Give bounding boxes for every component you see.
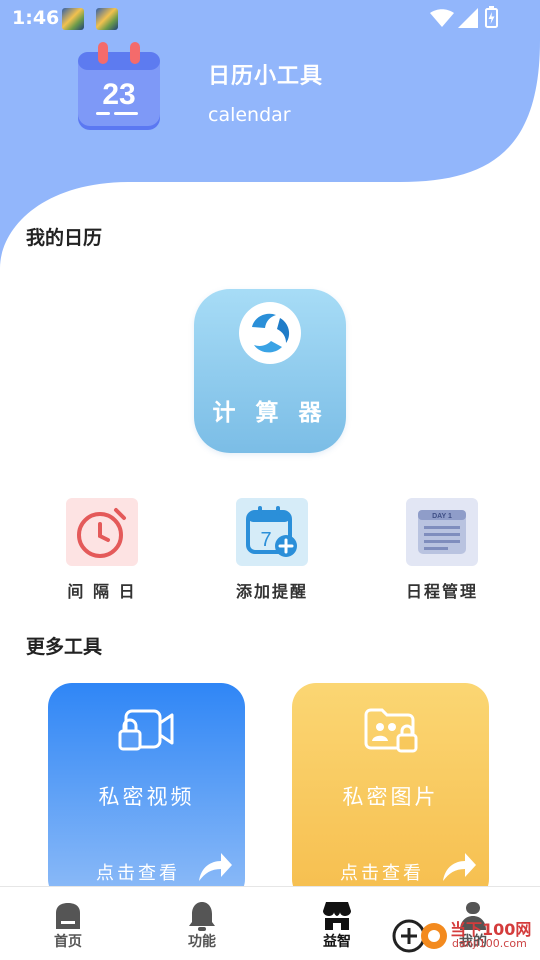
home-icon <box>56 903 80 929</box>
section-title-more-tools: 更多工具 <box>26 636 103 658</box>
battery-charging-icon <box>485 6 498 28</box>
nav-item-features[interactable]: 功能 <box>147 887 257 960</box>
watermark-logo-icon <box>392 919 447 953</box>
calendar-add-icon: 7 <box>236 498 308 566</box>
tool-label: 添加提醒 <box>235 582 308 601</box>
timer-icon <box>66 498 138 566</box>
calculator-button[interactable]: 计 算 器 <box>194 289 346 453</box>
app-subtitle: calendar <box>208 104 291 126</box>
nav-label: 首页 <box>54 934 82 950</box>
app-icon-number: 23 <box>102 78 135 111</box>
tool-add-reminder[interactable]: 7 添加提醒 <box>212 498 332 602</box>
watermark: 当下100网 danji100.com <box>392 912 540 956</box>
private-photo-card[interactable]: 私密图片 点击查看 <box>292 683 489 903</box>
share-arrow-icon[interactable] <box>197 851 233 883</box>
day-planner-icon: DAY 1 <box>406 498 478 566</box>
svg-text:7: 7 <box>260 529 271 551</box>
planner-badge: DAY 1 <box>432 513 452 520</box>
card-action[interactable]: 点击查看 <box>340 859 424 885</box>
bell-icon <box>189 902 215 931</box>
tool-interval-days[interactable]: 间 隔 日 <box>42 498 162 602</box>
tool-schedule-management[interactable]: DAY 1 日程管理 <box>382 498 502 602</box>
store-icon <box>323 902 351 930</box>
signal-icon <box>458 8 478 28</box>
nav-item-home[interactable]: 首页 <box>13 887 123 960</box>
card-action[interactable]: 点击查看 <box>96 859 180 885</box>
card-title: 私密图片 <box>342 785 439 809</box>
share-arrow-icon[interactable] <box>441 851 477 883</box>
nav-item-puzzle[interactable]: 益智 <box>282 887 392 960</box>
status-bar: 1:46 <box>0 0 540 36</box>
nav-label: 功能 <box>188 934 216 950</box>
section-title-my-calendar: 我的日历 <box>26 227 103 249</box>
app-title: 日历小工具 <box>208 64 324 89</box>
notification-picture-icon <box>62 8 84 30</box>
tool-label: 日程管理 <box>405 582 478 601</box>
watermark-url: danji100.com <box>452 937 527 950</box>
calculator-label: 计 算 器 <box>212 400 328 426</box>
card-title: 私密视频 <box>98 785 195 809</box>
notification-picture-icon <box>96 8 118 30</box>
locked-video-icon <box>118 709 174 751</box>
tool-label: 间 隔 日 <box>67 582 137 601</box>
wifi-icon <box>430 9 454 27</box>
locked-photo-folder-icon <box>364 708 418 753</box>
calculator-swirl-icon <box>239 302 301 364</box>
private-video-card[interactable]: 私密视频 点击查看 <box>48 683 245 903</box>
calendar-app-icon: 23 <box>78 42 160 130</box>
nav-label: 益智 <box>323 934 351 950</box>
status-time: 1:46 <box>12 7 60 29</box>
